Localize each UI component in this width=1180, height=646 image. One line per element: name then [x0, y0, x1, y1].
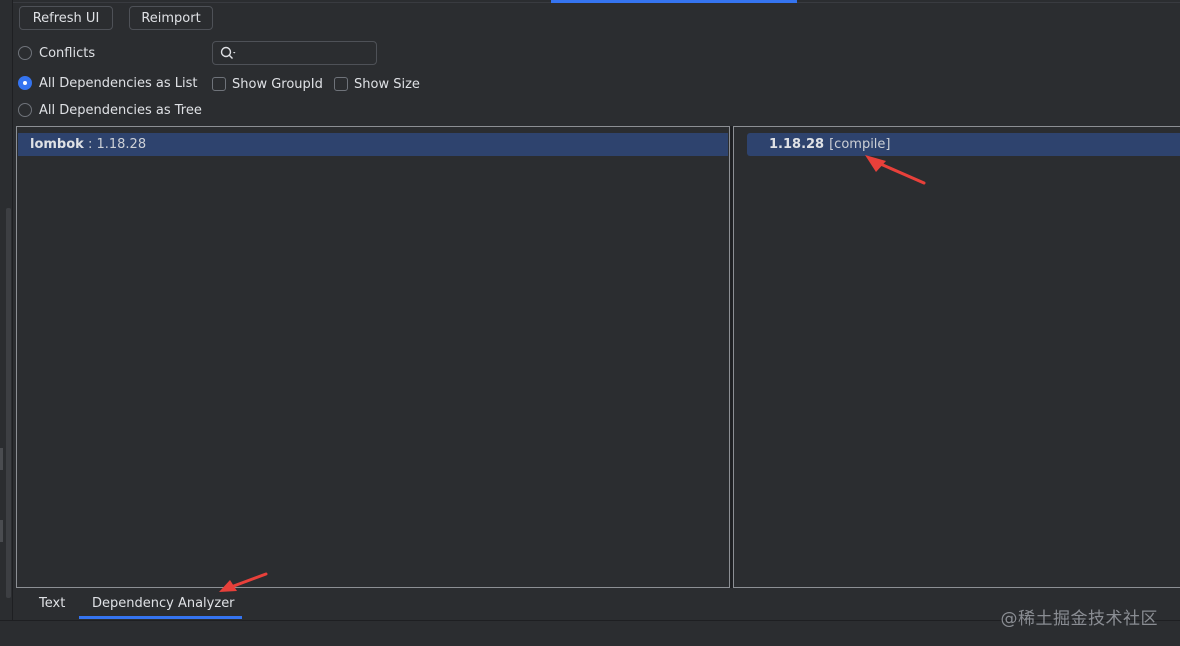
- detail-version: 1.18.28: [769, 137, 825, 152]
- show-groupid-checkbox[interactable]: [212, 77, 226, 91]
- refresh-ui-button[interactable]: Refresh UI: [19, 6, 113, 30]
- dependency-analyzer-window: Refresh UI Reimport Conflicts All Depend…: [0, 0, 1180, 646]
- search-icon[interactable]: [217, 42, 239, 64]
- artifact-name: lombok: [30, 137, 84, 152]
- active-editor-tab-indicator: [551, 0, 797, 3]
- left-scrollbar[interactable]: [6, 208, 11, 598]
- show-size-option[interactable]: Show Size: [334, 75, 420, 93]
- radio-all-dependencies-tree[interactable]: All Dependencies as Tree: [18, 101, 202, 119]
- radio-button[interactable]: [18, 76, 32, 90]
- radio-conflicts[interactable]: Conflicts: [18, 44, 95, 62]
- gutter-marker: [0, 448, 3, 470]
- left-gutter: [0, 0, 13, 646]
- search-field[interactable]: [212, 41, 377, 65]
- tab-dependency-analyzer[interactable]: Dependency Analyzer: [92, 590, 235, 618]
- radio-button[interactable]: [18, 103, 32, 117]
- show-groupid-label: Show GroupId: [232, 76, 323, 92]
- watermark: @稀土掘金技术社区: [1000, 609, 1158, 629]
- active-tab-indicator: [79, 616, 242, 619]
- list-item[interactable]: lombok : 1.18.28: [18, 133, 728, 156]
- radio-all-dependencies-list[interactable]: All Dependencies as List: [18, 74, 198, 92]
- reimport-button[interactable]: Reimport: [129, 6, 213, 30]
- artifact-version: 1.18.28: [96, 137, 147, 152]
- red-arrow-icon: [865, 155, 926, 185]
- detail-scope: [compile]: [829, 137, 891, 152]
- radio-tree-label: All Dependencies as Tree: [39, 102, 202, 118]
- show-size-label: Show Size: [354, 76, 420, 92]
- radio-list-label: All Dependencies as List: [39, 75, 198, 91]
- radio-conflicts-label: Conflicts: [39, 45, 96, 61]
- tab-text[interactable]: Text: [39, 590, 65, 618]
- search-input[interactable]: [239, 43, 376, 63]
- dependency-list-pane[interactable]: lombok : 1.18.28: [16, 126, 730, 588]
- separator: :: [83, 137, 97, 152]
- show-size-checkbox[interactable]: [334, 77, 348, 91]
- dependency-detail-pane[interactable]: 1.18.28 [compile]: [733, 126, 1180, 588]
- radio-button[interactable]: [18, 46, 32, 60]
- gutter-marker: [0, 520, 3, 542]
- show-groupid-option[interactable]: Show GroupId: [212, 75, 323, 93]
- list-item[interactable]: 1.18.28 [compile]: [747, 133, 1180, 156]
